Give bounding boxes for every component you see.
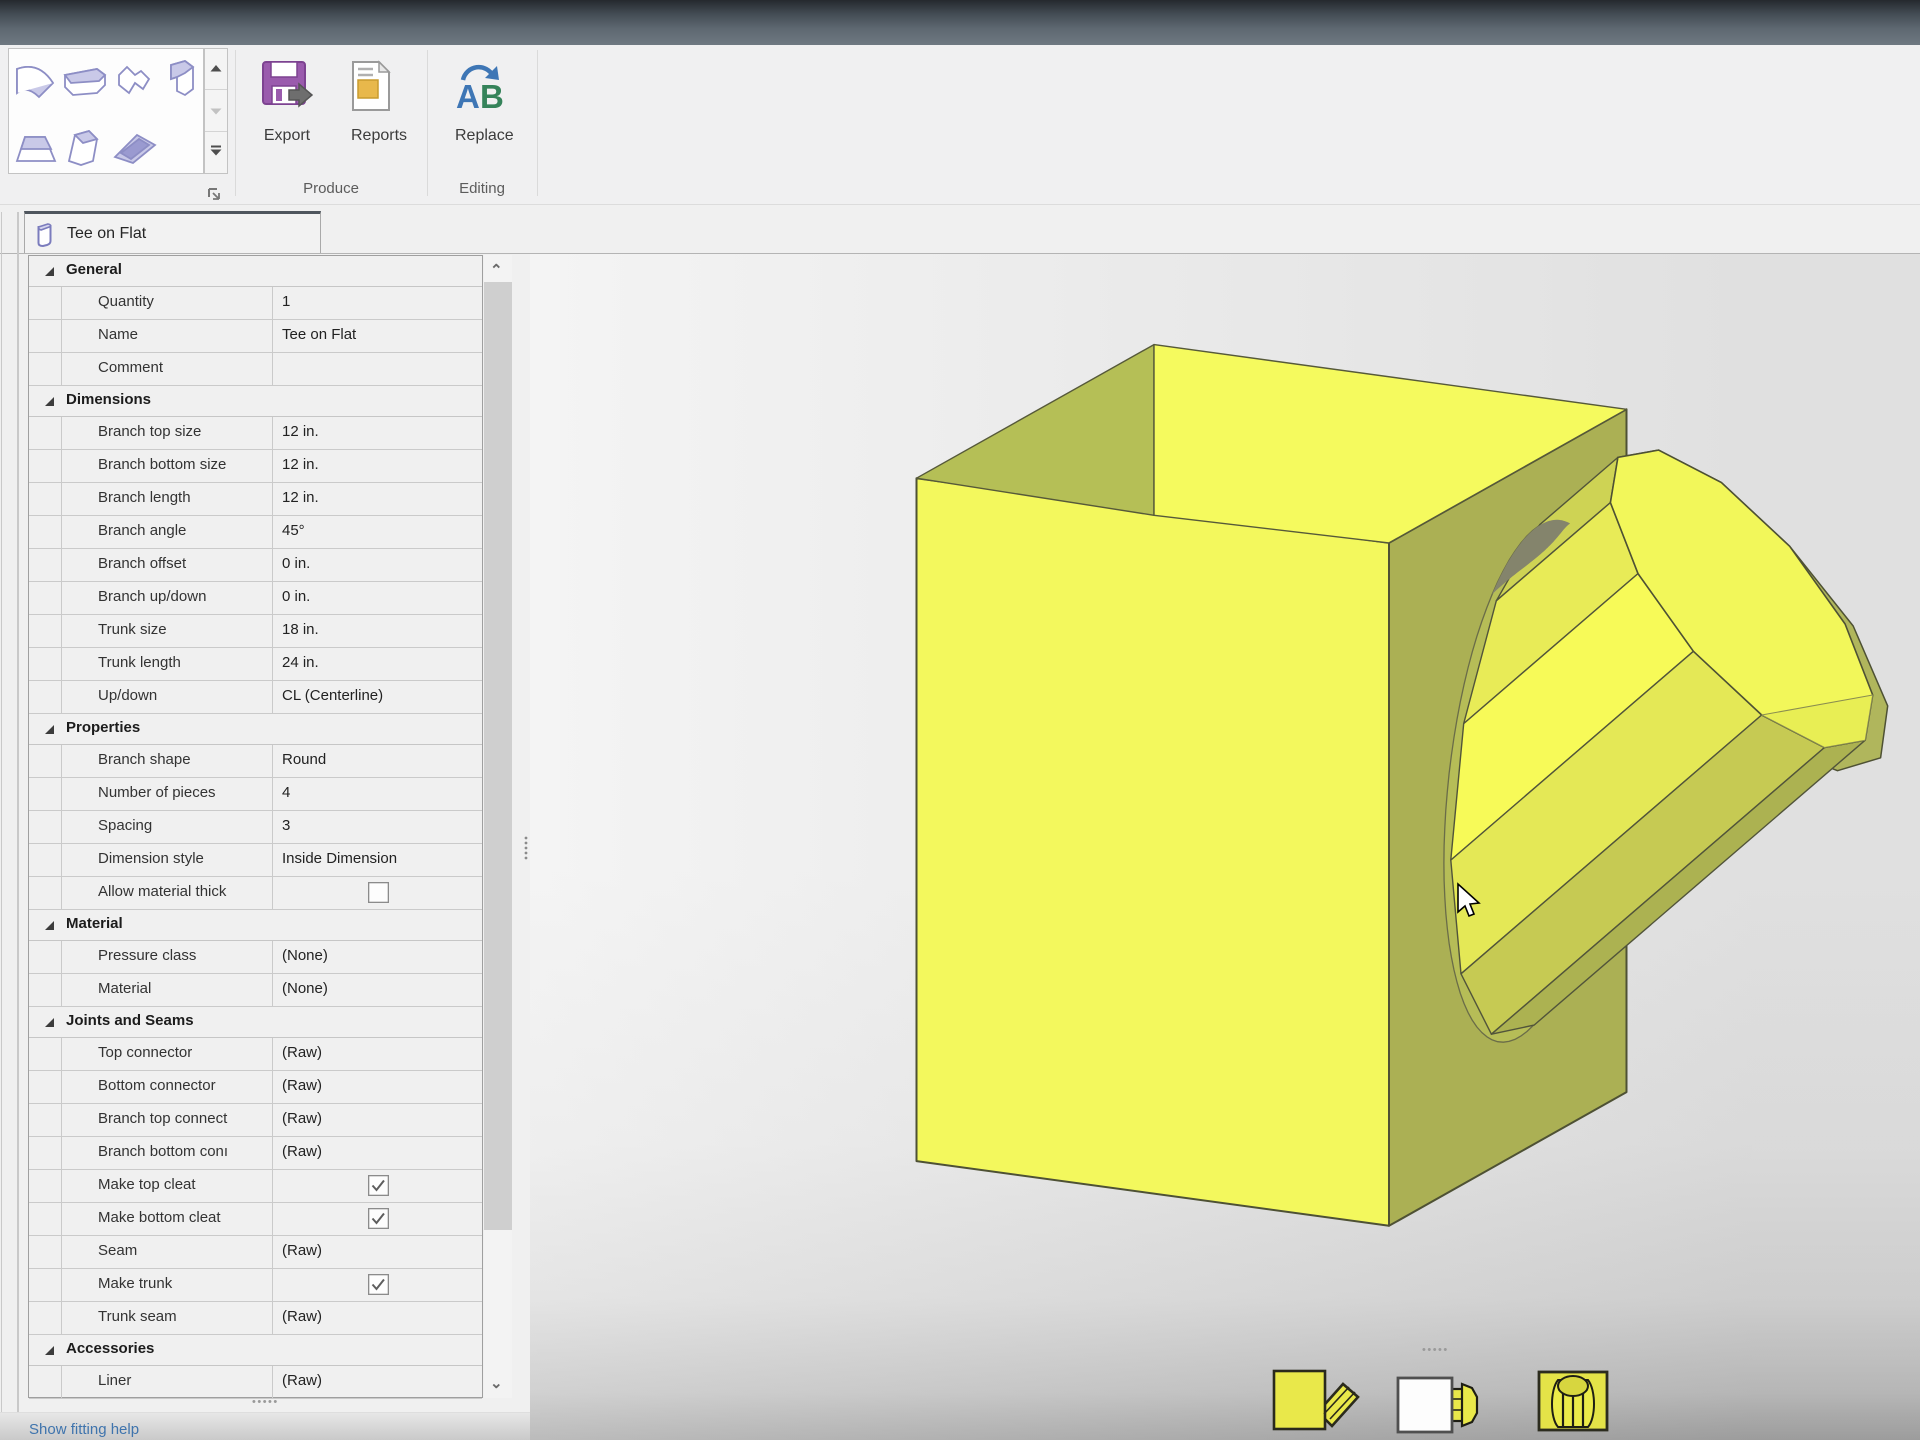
- svg-text:B: B: [480, 78, 504, 114]
- svg-text:A: A: [456, 78, 480, 114]
